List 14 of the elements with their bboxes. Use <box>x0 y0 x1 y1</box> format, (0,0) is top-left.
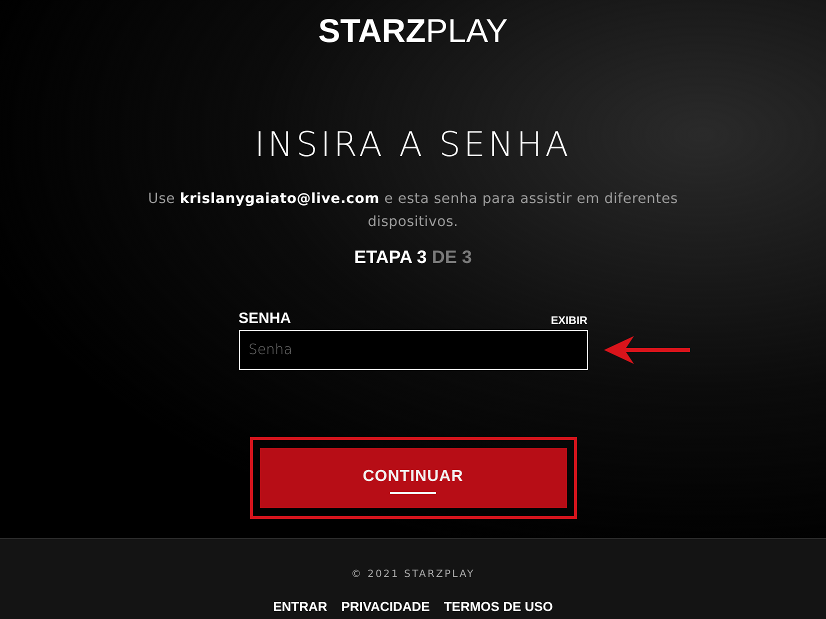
page-title: INSIRA A SENHA <box>254 124 572 166</box>
footer-link[interactable]: PRIVACIDADE <box>341 599 430 614</box>
footer-link[interactable]: TERMOS DE USO <box>444 599 553 614</box>
description: Use krislanygaiato@live.com e esta senha para assistir em diferentes dispositivos. <box>148 190 678 232</box>
show-password-toggle[interactable]: EXIBIR <box>550 315 588 327</box>
field-label: SENHA <box>238 310 292 327</box>
step-label: ETAPA 3 <box>354 247 427 268</box>
password-field[interactable]: Senha <box>238 330 588 370</box>
arrow-icon <box>604 333 690 367</box>
logo: STARZPLAY <box>318 14 508 48</box>
continue-button[interactable]: CONTINUAR <box>260 448 566 508</box>
footer-link[interactable]: ENTRAR <box>273 599 328 614</box>
copyright: © 2021 STARZPLAY <box>351 568 475 582</box>
step-total: DE 3 <box>432 247 472 268</box>
